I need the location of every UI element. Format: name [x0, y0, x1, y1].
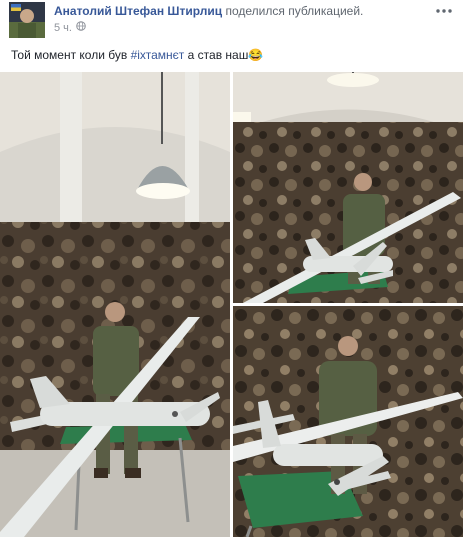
share-action-text: поделился публикацией. [225, 4, 364, 18]
more-options-icon[interactable] [435, 4, 453, 18]
soldier-with-drone-photo-3[interactable] [233, 306, 463, 537]
author-avatar[interactable] [9, 2, 45, 38]
photo-gallery [0, 72, 463, 537]
soldier-with-drone-photo-1[interactable] [0, 72, 230, 537]
hashtag-link[interactable]: #іхтамнєт [131, 48, 185, 62]
post-meta: Анатолий Штефан Штирлиц поделился публик… [54, 4, 363, 19]
post-timestamp[interactable]: 5 ч. [54, 22, 72, 34]
post-time-row: 5 ч. [54, 21, 86, 34]
post-text-end: а став наш [184, 48, 249, 62]
soldier-with-drone-photo-2[interactable] [233, 72, 463, 303]
globe-icon [76, 21, 86, 34]
laughing-emoji-icon: 😂 [248, 48, 264, 62]
post-text-start: Той момент коли був [11, 48, 131, 62]
shared-post: Анатолий Штефан Штирлиц поделился публик… [0, 0, 463, 537]
post-header: Анатолий Штефан Штирлиц поделился публик… [0, 0, 463, 40]
post-message: Той момент коли був #іхтамнєт а став наш… [11, 47, 263, 63]
author-name-link[interactable]: Анатолий Штефан Штирлиц [54, 4, 222, 18]
